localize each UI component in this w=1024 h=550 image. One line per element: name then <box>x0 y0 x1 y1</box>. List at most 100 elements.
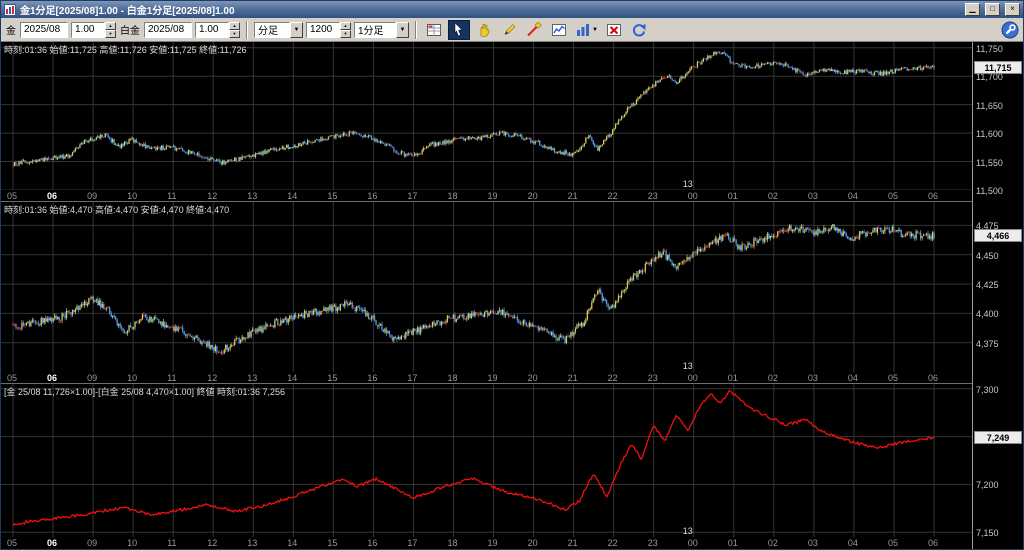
x-axis-label: 11 <box>167 191 177 201</box>
platinum-multiplier-spinner[interactable]: 1.00 ▲ ▼ <box>195 21 240 38</box>
chevron-down-icon[interactable]: ▼ <box>290 21 303 38</box>
x-axis-label: 04 <box>847 191 858 201</box>
gold-chart[interactable]: 13 時刻:01:36 始値:11,725 高値:11,726 安値:11,72… <box>1 42 972 190</box>
platinum-label: 白金 <box>120 26 140 37</box>
reload-icon <box>632 23 646 36</box>
timeframe-value[interactable]: 1分足 <box>354 21 396 38</box>
current-price-badge: 7,249 <box>974 430 1022 444</box>
spin-up-icon[interactable]: ▲ <box>229 21 240 30</box>
current-price-badge: 11,715 <box>974 60 1022 74</box>
x-axis-label: 15 <box>327 538 338 548</box>
settings-wrench-button[interactable] <box>1000 20 1019 39</box>
y-axis-label: 4,450 <box>976 250 999 261</box>
y-axis-label: 4,400 <box>976 309 999 320</box>
x-axis-label: 04 <box>847 373 858 383</box>
reload-button[interactable] <box>627 19 650 40</box>
chevron-down-icon[interactable]: ▼ <box>396 21 409 38</box>
indicator-chart-button[interactable]: ▼ <box>573 19 600 40</box>
timeframe-dropdown[interactable]: 1分足 ▼ <box>354 21 409 38</box>
x-axis-label: 05 <box>7 191 18 201</box>
gold-candles-plot: 13 <box>1 42 972 190</box>
x-axis-label: 12 <box>207 373 218 383</box>
minimize-button[interactable]: ▁ <box>965 3 980 16</box>
x-axis-label: 00 <box>687 538 698 548</box>
spread-chart[interactable]: 13 [金 25/08 11,726×1.00]-[白金 25/08 4,470… <box>1 384 972 537</box>
gold-multiplier-spinner[interactable]: 1.00 ▲ ▼ <box>71 21 116 38</box>
x-axis-label: 12 <box>207 191 218 201</box>
platinum-month-field[interactable]: 2025/08 <box>144 21 192 38</box>
platinum-chart[interactable]: 13 時刻:01:36 始値:4,470 高値:4,470 安値:4,470 終… <box>1 202 972 372</box>
x-axis-label: 06 <box>928 538 939 548</box>
x-axis-label: 23 <box>647 538 658 548</box>
x-axis-label: 03 <box>807 373 818 383</box>
platinum-candles-plot: 13 <box>1 202 972 372</box>
svg-text:13: 13 <box>683 526 693 536</box>
wave-chart-button[interactable] <box>548 19 570 40</box>
x-axis-label: 14 <box>287 191 298 201</box>
y-axis-label: 11,700 <box>976 72 1003 83</box>
x-axis-label: 01 <box>727 191 738 201</box>
pencil-button[interactable] <box>498 19 520 40</box>
spread-line-plot: 13 <box>1 384 972 537</box>
x-axis-label: 18 <box>447 538 458 548</box>
chart-clear-icon <box>606 23 621 36</box>
gold-multiplier-value[interactable]: 1.00 <box>71 21 105 38</box>
x-axis-label: 23 <box>647 191 658 201</box>
x-axis-label: 13 <box>247 373 258 383</box>
x-axis-label: 16 <box>367 373 378 383</box>
x-axis-label: 20 <box>527 538 538 548</box>
x-axis-label: 22 <box>607 538 618 548</box>
y-axis-label: 7,300 <box>976 384 999 395</box>
x-axis-label: 10 <box>127 191 138 201</box>
spin-up-icon[interactable]: ▲ <box>105 21 116 30</box>
x-axis-label: 22 <box>607 191 618 201</box>
spread-chart-info: [金 25/08 11,726×1.00]-[白金 25/08 4,470×1.… <box>4 387 286 397</box>
spin-up-icon[interactable]: ▲ <box>340 21 351 30</box>
x-axis-label: 18 <box>447 191 458 201</box>
line-draw-button[interactable] <box>523 19 545 40</box>
x-axis-label: 06 <box>928 373 939 383</box>
window-title: 金1分足[2025/08]1.00 - 白金1分足[2025/08]1.00 <box>20 6 235 17</box>
x-axis-label: 01 <box>727 538 738 548</box>
x-axis-label: 11 <box>167 538 177 548</box>
pointer-button[interactable] <box>448 19 470 40</box>
close-button[interactable]: × <box>1005 3 1020 16</box>
spin-down-icon[interactable]: ▼ <box>229 29 240 38</box>
restore-button[interactable]: □ <box>985 3 1000 16</box>
gold-x-axis: 05 06 09 10 11 12 13 14 15 16 17 18 19 20 21 22 23 00 01 02… <box>1 190 972 202</box>
x-axis-label: 13 <box>247 538 258 548</box>
x-axis-label: 17 <box>407 538 418 548</box>
hand-button[interactable] <box>473 19 495 40</box>
x-axis-label: 21 <box>567 191 578 201</box>
period-type-value[interactable]: 分足 <box>254 21 290 38</box>
x-axis-label: 19 <box>487 191 498 201</box>
spin-down-icon[interactable]: ▼ <box>340 29 351 38</box>
x-axis-label: 02 <box>767 191 778 201</box>
gold-chart-panel: 13 時刻:01:36 始値:11,725 高値:11,726 安値:11,72… <box>1 42 1023 202</box>
x-axis-label: 15 <box>327 191 338 201</box>
platinum-chart-info: 時刻:01:36 始値:4,470 高値:4,470 安値:4,470 終値:4… <box>4 205 230 215</box>
x-axis-label: 21 <box>567 373 578 383</box>
x-axis-label: 20 <box>527 373 538 383</box>
platinum-chart-panel: 13 時刻:01:36 始値:4,470 高値:4,470 安値:4,470 終… <box>1 202 1023 384</box>
gold-month-field[interactable]: 2025/08 <box>20 21 68 38</box>
svg-text:13: 13 <box>683 361 693 371</box>
platinum-multiplier-value[interactable]: 1.00 <box>195 21 229 38</box>
x-axis-label: 17 <box>407 191 418 201</box>
x-axis-label: 06 <box>47 538 58 548</box>
hand-icon <box>480 23 490 37</box>
x-axis-label: 21 <box>567 538 578 548</box>
board-button[interactable] <box>423 19 445 40</box>
chart-clear-button[interactable] <box>602 19 625 40</box>
spread-chart-panel: 13 [金 25/08 11,726×1.00]-[白金 25/08 4,470… <box>1 384 1023 549</box>
spread-x-axis: 05 06 09 10 11 12 13 14 15 16 17 18 19 20 21 22 23 00 01 02… <box>1 537 972 549</box>
title-bar[interactable]: 金1分足[2025/08]1.00 - 白金1分足[2025/08]1.00 ▁… <box>1 1 1023 18</box>
gold-label: 金 <box>6 26 16 37</box>
bar-count-spinner[interactable]: 1200 ▲ ▼ <box>306 21 351 38</box>
spin-down-icon[interactable]: ▼ <box>105 29 116 38</box>
y-axis-label: 11,550 <box>976 157 1003 168</box>
bar-count-value[interactable]: 1200 <box>306 21 340 38</box>
y-axis-label: 11,600 <box>976 129 1003 140</box>
period-type-dropdown[interactable]: 分足 ▼ <box>254 21 303 38</box>
x-axis-label: 09 <box>87 538 98 548</box>
